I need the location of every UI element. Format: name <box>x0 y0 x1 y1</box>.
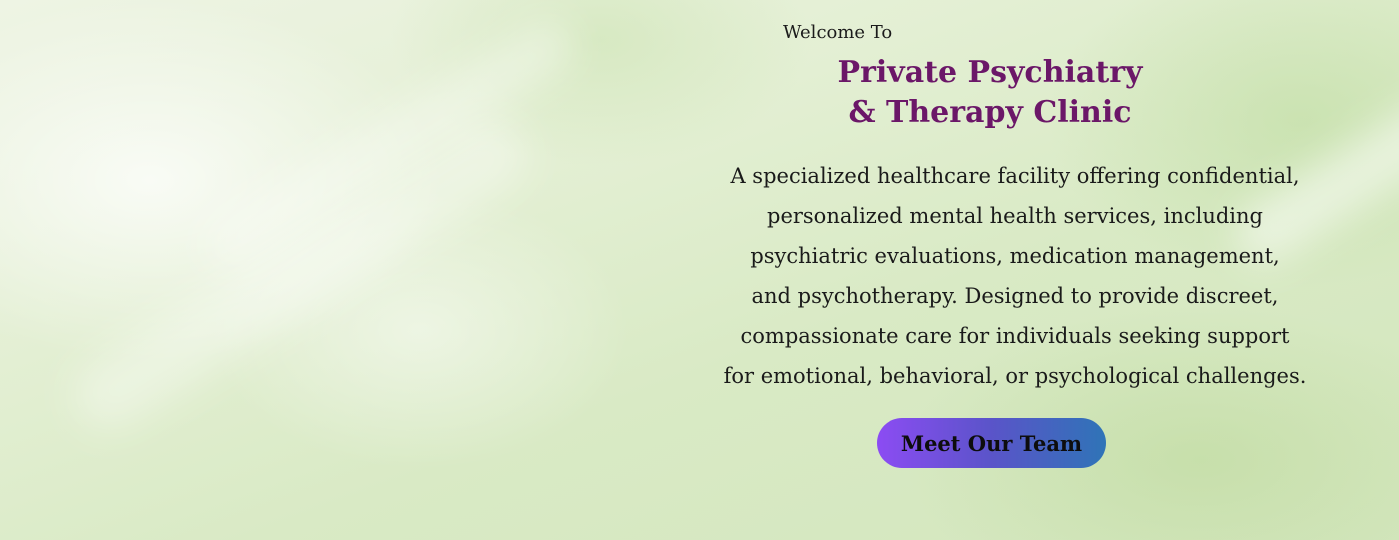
meet-our-team-button[interactable]: Meet Our Team <box>877 418 1106 468</box>
page-title: Private Psychiatry & Therapy Clinic <box>690 53 1290 133</box>
description-line: compassionate care for individuals seeki… <box>740 324 1290 348</box>
description-line: and psychotherapy. Designed to provide d… <box>751 284 1279 308</box>
title-line: Private Psychiatry <box>837 55 1143 90</box>
description-line: personalized mental health services, inc… <box>767 204 1263 228</box>
welcome-text: Welcome To <box>783 22 893 43</box>
hero-section: Welcome To Private Psychiatry & Therapy … <box>690 0 1340 540</box>
description-line: psychiatric evaluations, medication mana… <box>750 244 1280 268</box>
clinic-description: A specialized healthcare facility offeri… <box>690 156 1340 396</box>
description-line: for emotional, behavioral, or psychologi… <box>723 364 1307 388</box>
background-streak <box>60 107 540 443</box>
title-line: & Therapy Clinic <box>848 95 1132 130</box>
description-line: A specialized healthcare facility offeri… <box>730 164 1300 188</box>
